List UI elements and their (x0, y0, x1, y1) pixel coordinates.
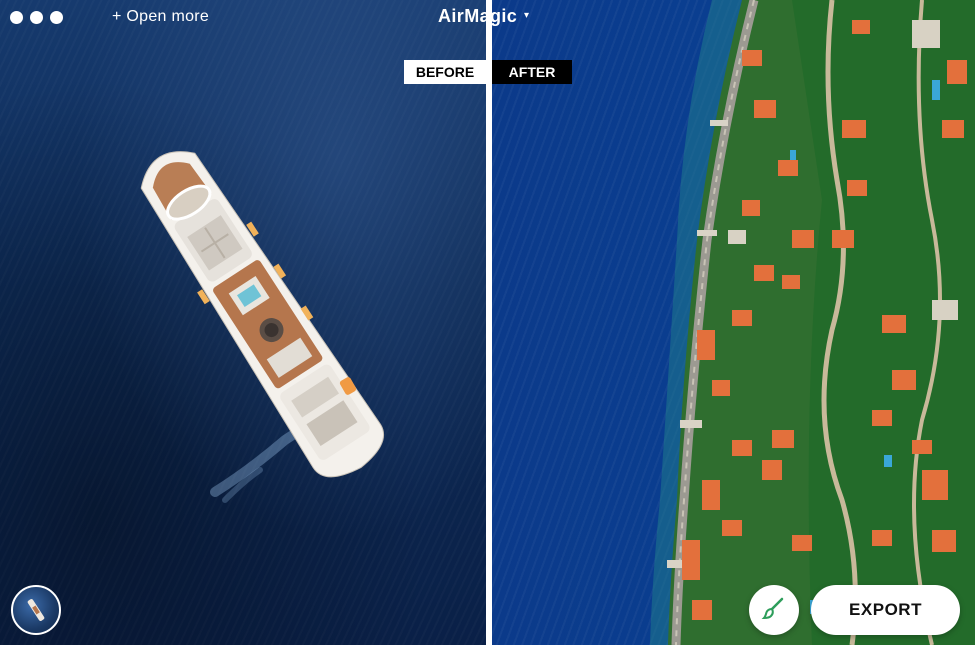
thumbnail-ship-icon (27, 599, 45, 621)
coastline-village-photo (650, 0, 975, 645)
brush-icon (761, 595, 787, 626)
after-label: AFTER (492, 60, 572, 84)
airmagic-window: + Open more AirMagic ▾ BEFORE AFTER EXPO… (0, 0, 975, 645)
brush-tool-button[interactable] (749, 585, 799, 635)
minimize-window-button[interactable] (30, 11, 43, 24)
export-button[interactable]: EXPORT (811, 585, 960, 635)
zoom-window-button[interactable] (50, 11, 63, 24)
before-label: BEFORE (404, 60, 486, 84)
after-image-pane[interactable] (492, 0, 975, 645)
before-image-pane[interactable] (0, 0, 486, 645)
chevron-down-icon[interactable]: ▾ (524, 10, 529, 21)
close-window-button[interactable] (10, 11, 23, 24)
app-title-menu[interactable]: AirMagic (438, 6, 517, 27)
cruise-ship-photo (140, 151, 385, 503)
open-more-button[interactable]: + Open more (112, 8, 209, 26)
image-thumbnail-button[interactable] (11, 585, 61, 635)
title-bar: + Open more AirMagic ▾ (0, 0, 975, 36)
